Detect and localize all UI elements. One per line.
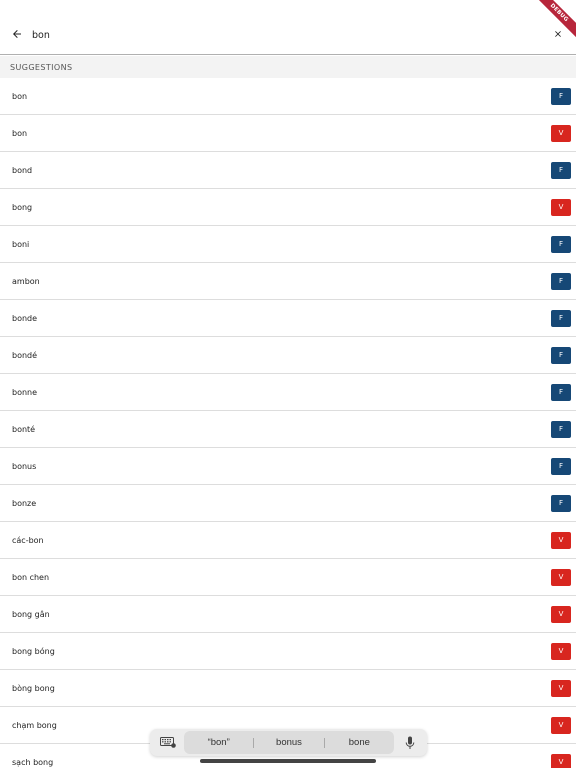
language-badge: V	[551, 679, 571, 697]
language-badge: V	[551, 198, 571, 216]
suggestion-row[interactable]: bonze F	[0, 485, 576, 522]
suggestion-row[interactable]: bon chen V	[0, 559, 576, 596]
suggestion-word: ambon	[12, 276, 40, 286]
suggestion-word: bon chen	[12, 572, 50, 582]
suggestion-row[interactable]: bonne F	[0, 374, 576, 411]
suggestion-list: bon Fbon Vbond Fbong Vboni Fambon Fbonde Fbondé…	[0, 78, 576, 768]
language-badge: F	[551, 309, 571, 327]
language-badge: V	[551, 605, 571, 623]
language-badge: V	[551, 642, 571, 660]
language-badge: F	[551, 457, 571, 475]
keyboard-suggestion[interactable]: bone	[325, 737, 394, 748]
language-badge: F	[551, 494, 571, 512]
arrow-left-icon	[13, 30, 21, 38]
language-badge: V	[551, 568, 571, 586]
suggestion-row[interactable]: bondé F	[0, 337, 576, 374]
suggestion-row[interactable]: ambon F	[0, 263, 576, 300]
language-badge: F	[551, 235, 571, 253]
close-icon	[555, 31, 561, 37]
language-badge: F	[551, 383, 571, 401]
suggestion-word: bonde	[12, 313, 38, 323]
suggestion-word: bòng bong	[12, 683, 55, 693]
suggestion-word: bon	[12, 91, 28, 101]
back-button[interactable]	[7, 25, 27, 43]
suggestion-word: bonus	[12, 461, 37, 471]
language-badge: V	[551, 531, 571, 549]
language-badge: F	[551, 87, 571, 105]
suggestion-word: bong	[12, 202, 33, 212]
suggestion-word: bonne	[12, 387, 38, 397]
section-header: SUGGESTIONS	[0, 56, 576, 78]
suggestion-word: chạm bong	[12, 720, 57, 730]
search-input[interactable]	[32, 27, 512, 43]
suggestion-row[interactable]: boni F	[0, 226, 576, 263]
language-badge: F	[551, 272, 571, 290]
language-badge: V	[551, 716, 571, 734]
language-badge: F	[551, 161, 571, 179]
suggestion-row[interactable]: bon F	[0, 78, 576, 115]
keyboard-suggestions: “bon” bonus bone	[184, 731, 394, 754]
suggestion-word: bonté	[12, 424, 36, 434]
suggestion-row[interactable]: bonté F	[0, 411, 576, 448]
language-badge: V	[551, 124, 571, 142]
suggestion-row[interactable]: bong V	[0, 189, 576, 226]
language-badge: F	[551, 420, 571, 438]
suggestion-row[interactable]: bon V	[0, 115, 576, 152]
suggestion-row[interactable]: bond F	[0, 152, 576, 189]
clear-search-button[interactable]	[550, 26, 566, 42]
suggestion-row[interactable]: bòng bong V	[0, 670, 576, 707]
suggestion-row[interactable]: các-bon V	[0, 522, 576, 559]
language-badge: F	[551, 346, 571, 364]
keyboard-suggestion[interactable]: “bon”	[184, 737, 253, 748]
suggestion-word: bond	[12, 165, 33, 175]
language-badge: V	[551, 753, 571, 768]
search-bar	[0, 0, 576, 55]
keyboard-icon[interactable]	[160, 736, 176, 748]
suggestion-word: sạch bong	[12, 757, 54, 767]
suggestion-word: bonze	[12, 498, 37, 508]
suggestion-row[interactable]: bonus F	[0, 448, 576, 485]
suggestion-word: bondé	[12, 350, 38, 360]
microphone-icon[interactable]	[405, 736, 415, 750]
section-title: SUGGESTIONS	[10, 62, 73, 72]
suggestion-row[interactable]: bong bóng V	[0, 633, 576, 670]
home-indicator	[200, 759, 376, 763]
suggestion-word: bon	[12, 128, 28, 138]
keyboard-suggestion[interactable]: bonus	[254, 737, 323, 748]
keyboard-shortcut-bar: “bon” bonus bone	[150, 729, 427, 756]
suggestion-word: boni	[12, 239, 30, 249]
suggestion-row[interactable]: bong gân V	[0, 596, 576, 633]
suggestion-row[interactable]: bonde F	[0, 300, 576, 337]
suggestion-word: bong bóng	[12, 646, 55, 656]
suggestion-word: các-bon	[12, 535, 44, 545]
suggestion-word: bong gân	[12, 609, 50, 619]
